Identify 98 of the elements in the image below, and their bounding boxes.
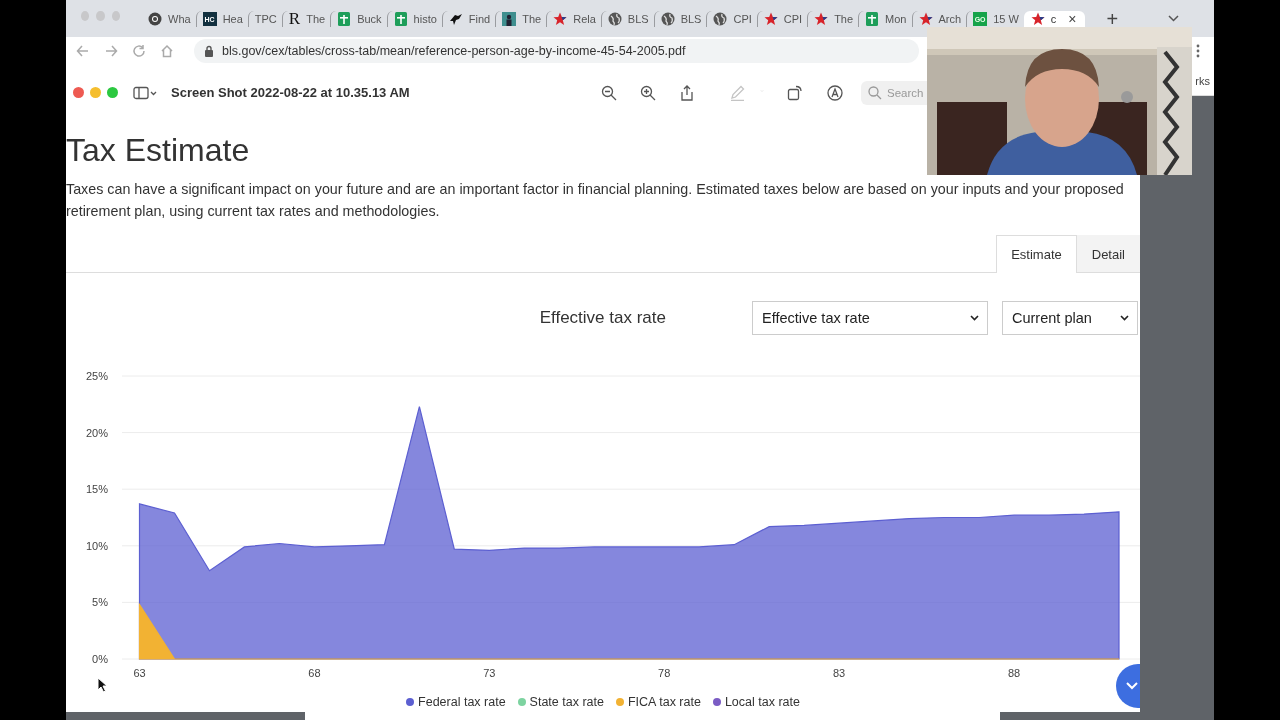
y-axis-label: 15% <box>85 483 108 496</box>
forward-icon[interactable] <box>104 44 118 58</box>
site-logo: R <box>288 12 301 26</box>
dropdown[interactable]: Effective tax rate <box>752 301 988 335</box>
tab-title: c <box>1050 13 1057 25</box>
browser-tab[interactable]: The <box>495 11 547 27</box>
browser-tab[interactable]: Mon <box>858 11 912 27</box>
chevron-down-icon <box>1126 682 1138 690</box>
url-text: bls.gov/cex/tables/cross-tab/mean/reference-person-age-by-income-45-54-2005.pdf <box>222 44 686 58</box>
reload-icon[interactable] <box>132 44 146 58</box>
dropdown[interactable]: Current plan <box>1002 301 1138 335</box>
share-icon[interactable] <box>679 84 695 101</box>
new-tab-button[interactable]: + <box>1106 8 1119 29</box>
tab-title: 15 W <box>993 13 1019 25</box>
y-axis-label: 5% <box>92 596 108 609</box>
tab-title: Arch <box>938 13 962 25</box>
zoom-out-icon[interactable] <box>601 84 617 101</box>
tab-title: Mon <box>885 13 907 25</box>
tab-title: The <box>306 13 326 25</box>
globe-icon <box>607 12 622 26</box>
photo-icon <box>502 12 517 26</box>
x-axis-label: 63 <box>133 667 146 679</box>
x-axis-label: 83 <box>832 667 846 679</box>
y-axis-label: 0% <box>92 653 108 665</box>
page-tab[interactable]: Estimate <box>996 235 1077 273</box>
y-axis-label: 10% <box>85 539 108 552</box>
address-bar[interactable]: bls.gov/cex/tables/cross-tab/mean/reference-person-age-by-income-45-54-2005.pdf <box>194 39 919 63</box>
tab-title: Find <box>468 13 491 25</box>
tab-title: CPI <box>733 13 752 25</box>
tab-title: The <box>834 13 854 25</box>
browser-tab[interactable]: Buck <box>330 11 387 27</box>
document-title: Screen Shot 2022-08-22 at 10.35.13 AM <box>171 85 410 100</box>
browser-tab[interactable]: Wha <box>142 11 196 27</box>
x-axis-label: 78 <box>658 667 671 679</box>
cursor-icon <box>97 677 108 693</box>
browser-tab[interactable]: BLS <box>600 11 654 27</box>
star-icon <box>918 12 933 26</box>
star-icon <box>553 12 568 26</box>
browser-tab[interactable]: BLS <box>653 11 707 27</box>
legend-label[interactable]: Federal tax rate <box>418 695 506 709</box>
chart-title: Effective tax rate <box>539 308 666 328</box>
tab-title: The <box>522 13 542 25</box>
lock-icon <box>204 45 214 57</box>
browser-tab[interactable]: CPI <box>706 11 757 27</box>
browser-tab[interactable]: c × <box>1023 11 1085 27</box>
tab-title: histo <box>413 13 437 25</box>
tab-close-button[interactable]: × <box>1068 11 1077 27</box>
sidebar-toggle-icon[interactable] <box>133 85 157 100</box>
window-control[interactable] <box>107 87 118 98</box>
rotate-icon[interactable] <box>787 84 803 101</box>
y-axis-label: 20% <box>85 426 108 439</box>
tab-title: BLS <box>627 13 649 25</box>
page-heading: Tax Estimate <box>66 131 251 170</box>
chevron-down-icon <box>970 315 979 321</box>
legend-label[interactable]: State tax rate <box>529 695 604 709</box>
tab-title: TPC <box>254 13 277 25</box>
x-axis-label: 73 <box>483 667 496 679</box>
chevron-down-icon <box>1120 315 1129 321</box>
tab-title: Buck <box>357 13 382 25</box>
globe-icon <box>713 12 728 26</box>
chevron-down-icon[interactable] <box>1168 15 1180 22</box>
browser-tab[interactable]: histo <box>386 11 442 27</box>
markup-icon[interactable] <box>827 84 843 101</box>
browser-tab[interactable]: R The <box>281 11 331 27</box>
spreadsheet-icon <box>393 12 408 26</box>
y-axis-label: 25% <box>85 370 108 382</box>
legend-label[interactable]: FICA tax rate <box>627 695 701 709</box>
x-axis-label: 68 <box>308 667 321 679</box>
star-icon <box>814 12 829 26</box>
window-control[interactable] <box>73 87 84 98</box>
browser-tab[interactable]: Rela <box>546 11 601 27</box>
browser-tab[interactable]: The <box>807 11 859 27</box>
menu-icon[interactable] <box>1196 44 1200 58</box>
tab-title: Rela <box>573 13 596 25</box>
round-logo-icon <box>148 12 162 26</box>
browser-tab[interactable]: TPC <box>247 11 282 27</box>
browser-tab[interactable]: CPI <box>756 11 808 27</box>
x-axis-label: 88 <box>1007 667 1021 679</box>
zoom-in-icon[interactable] <box>640 84 656 101</box>
search-icon <box>868 85 882 100</box>
back-icon[interactable] <box>76 44 90 58</box>
star-icon <box>1030 12 1045 26</box>
globe-icon <box>660 12 675 26</box>
tab-title: BLS <box>680 13 702 25</box>
page-tab[interactable]: Detail <box>1076 235 1140 272</box>
bookmark-label[interactable]: rks <box>1195 75 1214 87</box>
tab-title: Wha <box>168 13 191 25</box>
spreadsheet-icon <box>865 12 880 26</box>
window-control[interactable] <box>90 87 101 98</box>
legend-label[interactable]: Local tax rate <box>724 695 800 709</box>
browser-tab[interactable]: Find <box>441 11 496 27</box>
home-icon[interactable] <box>160 44 174 58</box>
star-icon <box>763 12 778 26</box>
intro-paragraph: Taxes can have a significant impact on your future and are an important factor in financial planning. Estimated taxes below are based on your inputs and your proposed retirement plan, using current tax rates and methodologies. <box>66 180 1125 221</box>
spreadsheet-icon <box>337 12 352 26</box>
tab-title: Hea <box>222 13 243 25</box>
bird-icon <box>448 12 463 26</box>
tab-title: CPI <box>783 13 803 25</box>
